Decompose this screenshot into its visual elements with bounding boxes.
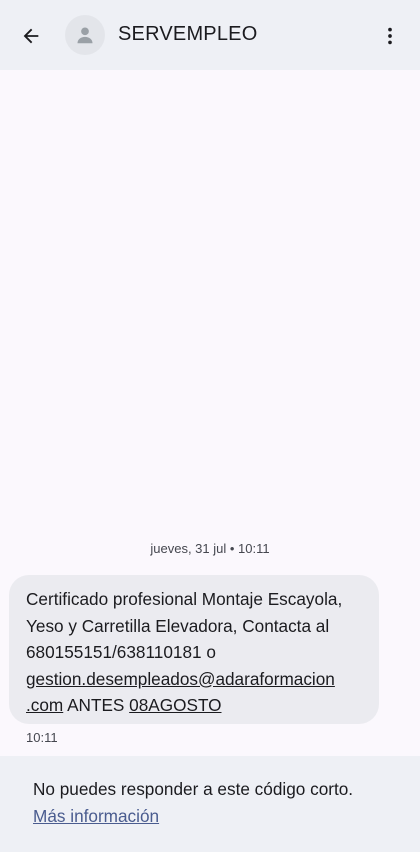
message-timestamp: 10:11 [26,730,58,745]
reply-notice-text: No puedes responder a este código corto. [33,779,354,799]
arrow-back-icon [23,28,39,44]
message-bubble[interactable]: Certificado profesional Montaje Escayola… [9,575,379,724]
avatar[interactable] [65,15,105,55]
more-vert-icon [388,27,392,45]
message-line: Yeso y Carretilla Elevadora, Contacta al [26,615,330,636]
more-info-link[interactable]: Más información [33,806,159,827]
date-link[interactable]: 08AGOSTO [129,695,221,715]
email-link-continued[interactable]: .com [26,695,63,715]
message-line: .com ANTES 08AGOSTO [26,692,365,719]
antes-text: ANTES [63,695,130,715]
message-line: 680155151/638110181 o [26,642,216,662]
more-options-button[interactable] [374,19,406,53]
back-button[interactable] [14,19,48,53]
conversation-title: SERVEMPLEO [118,23,258,45]
message-line: Certificado profesional Montaje Escayola… [26,589,343,609]
person-icon [77,27,93,44]
date-separator: jueves, 31 jul • 10:11 [150,541,270,556]
app-bar: SERVEMPLEO [0,0,420,70]
reply-notice-bar: No puedes responder a este código corto.… [0,756,420,852]
email-link[interactable]: gestion.desempleados@adaraformacion [26,669,335,689]
message-line: gestion.desempleados@adaraformacion [26,666,365,693]
